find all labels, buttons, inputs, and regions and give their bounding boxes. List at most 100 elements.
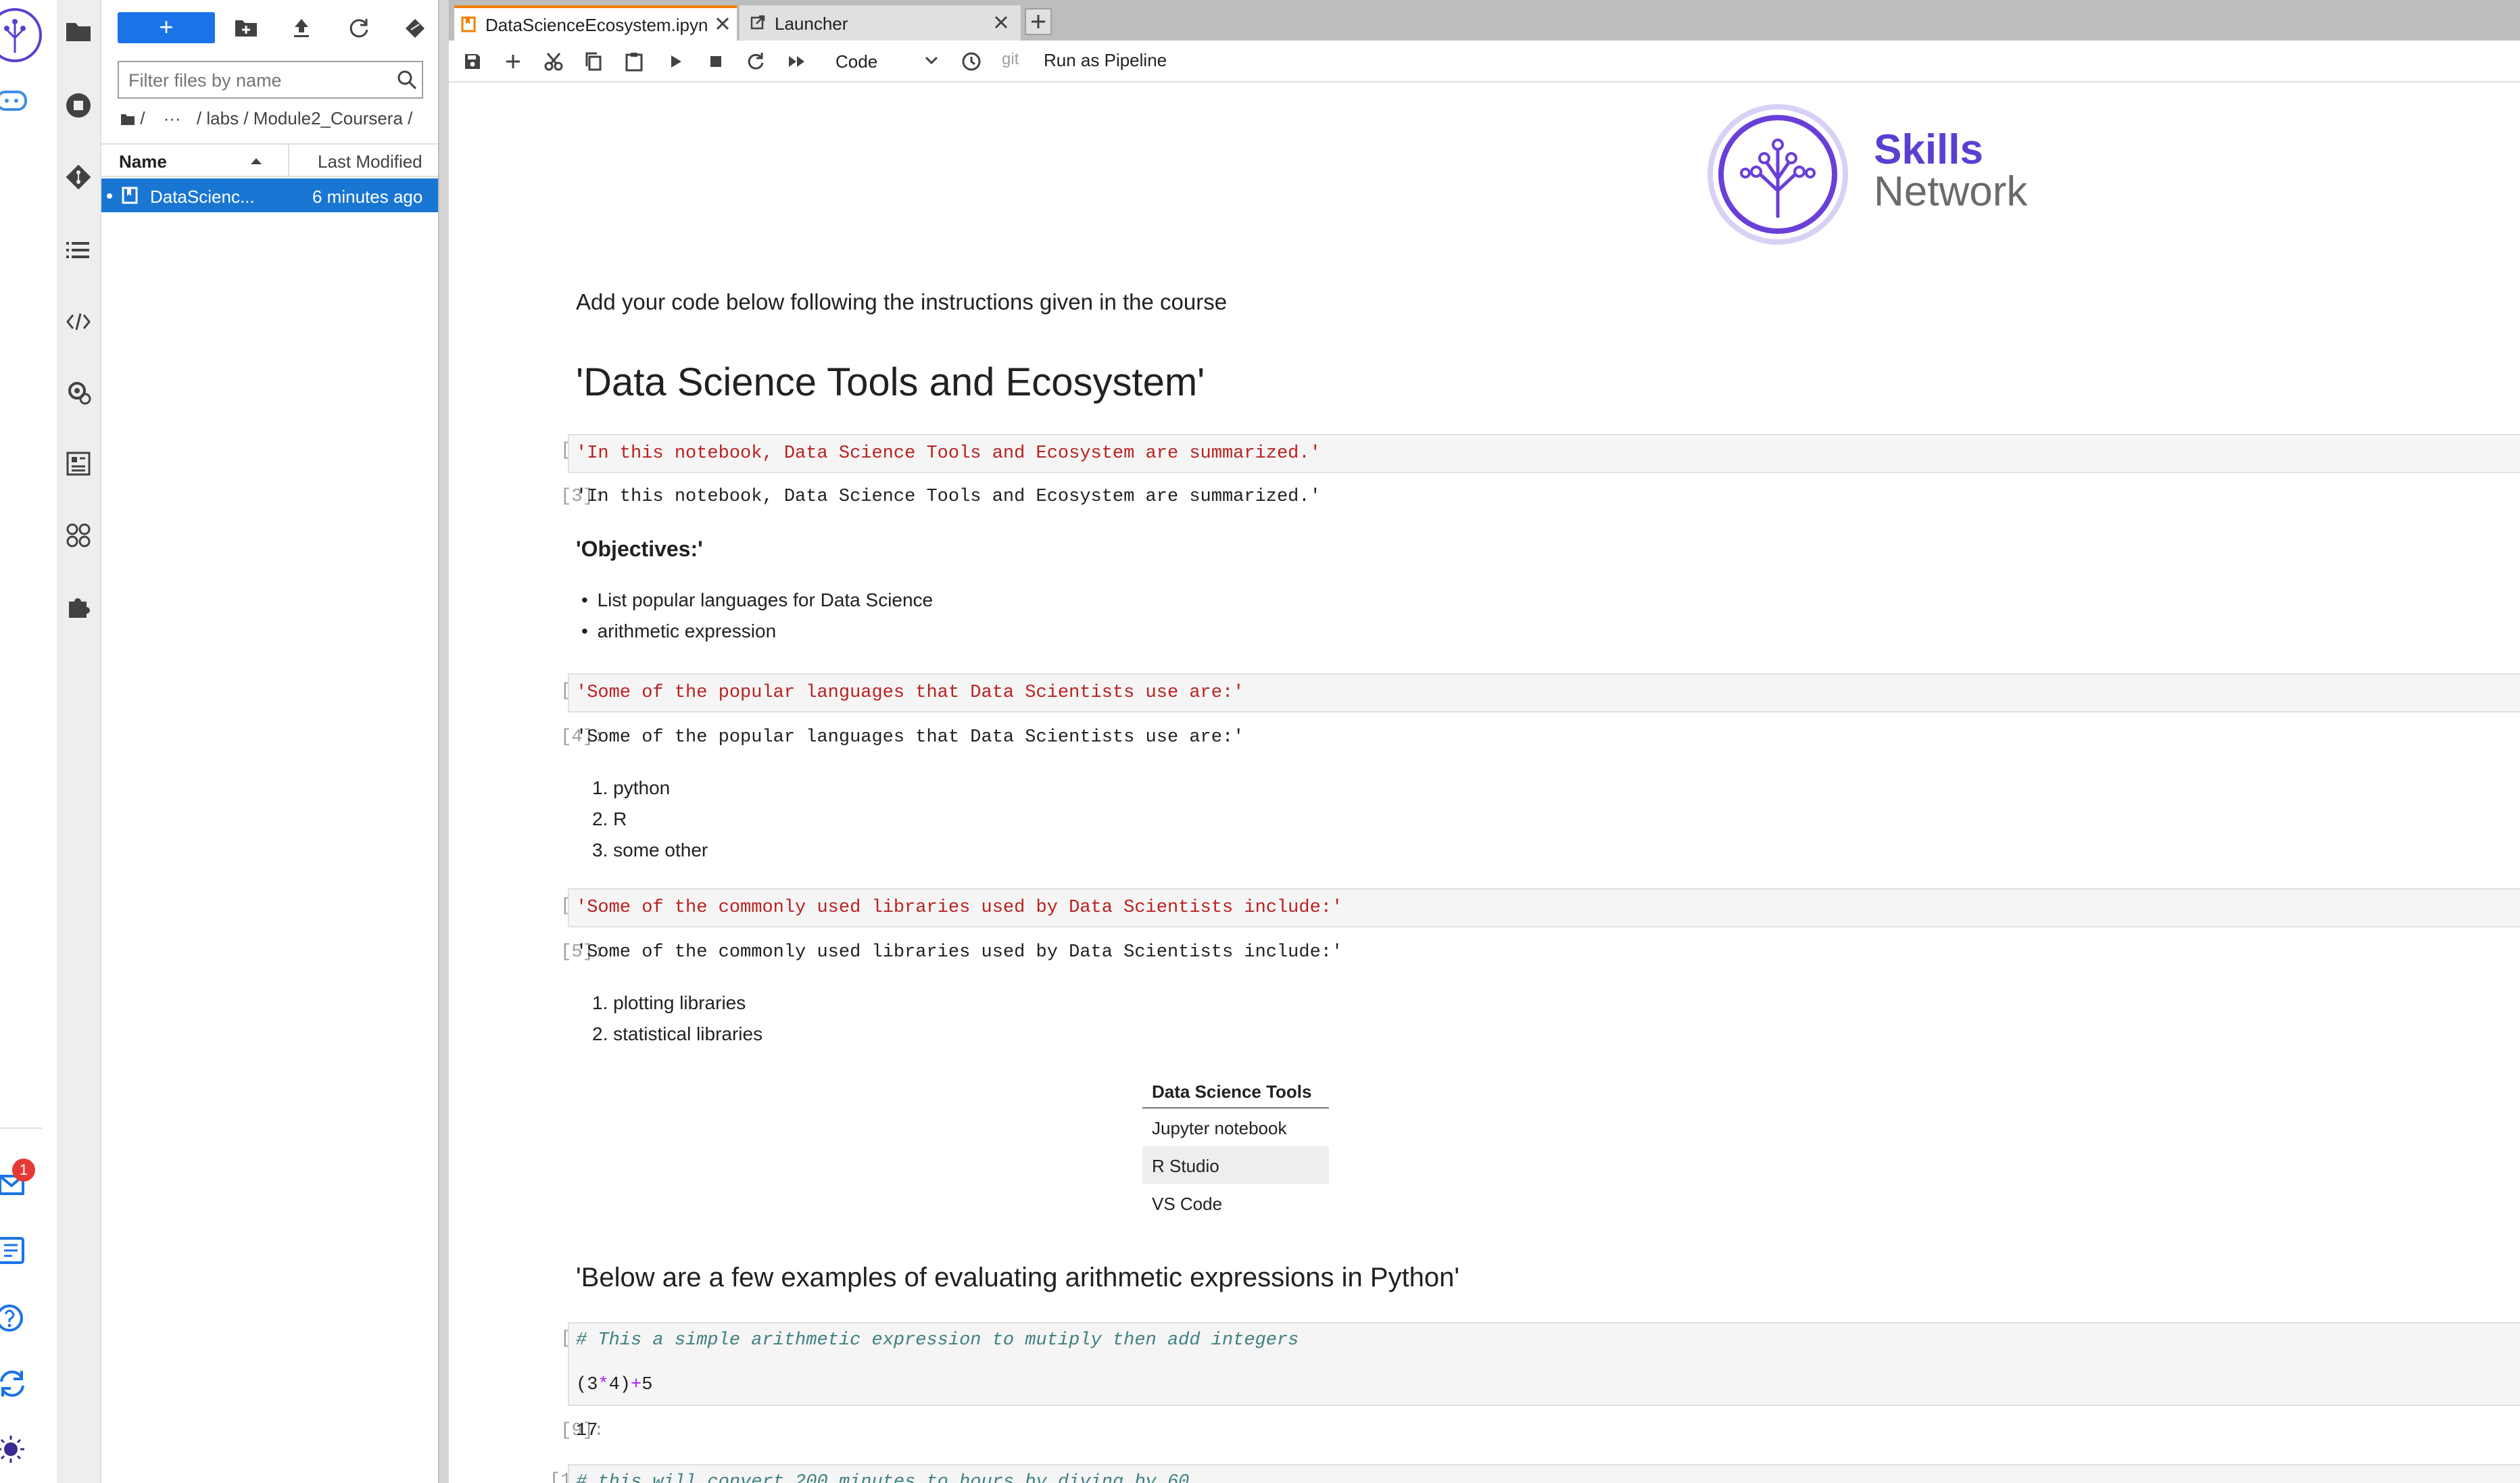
objectives-heading: 'Objectives:' [576, 537, 703, 561]
sort-ascending-icon[interactable] [250, 157, 262, 165]
launcher-icon [750, 15, 765, 30]
tools-table: Data Science Tools Jupyter notebook R St… [1142, 1075, 1329, 1222]
breadcrumb: / ··· / labs / Module2_Coursera / [120, 108, 412, 132]
notebook-icon [461, 16, 476, 32]
running-icon[interactable] [65, 92, 92, 119]
close-icon[interactable] [715, 16, 730, 31]
code-cell[interactable]: # this will convert 200 minutes to hours… [568, 1464, 2520, 1483]
extension-manager-icon[interactable] [65, 593, 92, 621]
notification-badge: 1 [12, 1159, 35, 1182]
news-icon[interactable] [0, 1234, 28, 1267]
code-expression: (3*4)+5 [576, 1375, 652, 1395]
code-comment: # This a simple arithmetic expression to… [576, 1330, 1299, 1351]
add-tab-icon[interactable] [1025, 8, 1052, 35]
breadcrumb-sep: / [196, 108, 202, 128]
bullet-text: arithmetic expression [597, 621, 777, 641]
table-cell: Jupyter notebook [1152, 1118, 1287, 1138]
file-modified: 6 minutes ago [312, 187, 423, 207]
breadcrumb-sep: / [408, 108, 413, 128]
save-icon[interactable] [464, 53, 481, 70]
component-catalog-icon[interactable] [65, 450, 92, 477]
bullet-item: • List popular languages for Data Scienc… [581, 589, 934, 610]
help-icon[interactable] [0, 1302, 28, 1334]
breadcrumb-labs[interactable]: labs [206, 108, 239, 128]
notebook-toolbar: Code git Run as Pipeline [449, 41, 2520, 82]
ordered-number: 1. [592, 777, 608, 798]
code-cell[interactable]: 'In this notebook, Data Science Tools an… [568, 434, 2520, 473]
restart-icon[interactable] [746, 51, 765, 70]
runtimes-icon[interactable] [65, 379, 93, 407]
copy-icon[interactable] [584, 51, 603, 72]
sync-icon[interactable] [0, 1367, 30, 1401]
tab-notebook[interactable]: DataScienceEcosystem.ipyn [454, 5, 737, 41]
git-clone-icon[interactable] [403, 16, 427, 41]
paste-icon[interactable] [625, 51, 644, 72]
rail-divider [0, 1127, 42, 1129]
code-comment: # this will convert 200 minutes to hours… [576, 1472, 1190, 1483]
refresh-icon[interactable] [347, 16, 370, 39]
intro-text: Add your code below following the instru… [576, 289, 1228, 314]
code-snippets-icon[interactable] [65, 310, 92, 334]
stop-icon[interactable] [708, 54, 723, 69]
add-cell-icon[interactable] [504, 53, 522, 70]
code-operator: * [598, 1375, 609, 1395]
table-cell: VS Code [1152, 1194, 1223, 1214]
last-modified-column-header[interactable]: Last Modified [318, 151, 422, 172]
code-token: (3 [576, 1375, 598, 1395]
name-column-header[interactable]: Name [119, 151, 167, 172]
code-string: 'In this notebook, Data Science Tools an… [576, 443, 1321, 464]
run-as-pipeline-button[interactable]: Run as Pipeline [1044, 50, 1167, 71]
cell-output: 'In this notebook, Data Science Tools an… [576, 487, 1321, 507]
filter-box[interactable] [118, 61, 423, 99]
chatbot-icon[interactable] [0, 87, 31, 116]
bullet-item: • arithmetic expression [581, 621, 777, 641]
extensions-grid-icon[interactable] [65, 522, 92, 549]
cell-output: 'Some of the popular languages that Data… [576, 727, 1244, 748]
cell-output: 17 [576, 1421, 598, 1441]
git-icon[interactable] [65, 164, 92, 191]
code-cell[interactable]: # This a simple arithmetic expression to… [568, 1322, 2520, 1406]
notebook-title: 'Data Science Tools and Ecosystem' [576, 360, 1205, 404]
arithmetic-heading: 'Below are a few examples of evaluating … [576, 1263, 1460, 1292]
breadcrumb-ellipsis[interactable]: ··· [164, 108, 181, 128]
run-all-icon[interactable] [787, 53, 808, 70]
file-row[interactable]: DataScienc... 6 minutes ago [101, 178, 438, 212]
breadcrumb-module[interactable]: Module2_Coursera [253, 108, 403, 128]
table-row: VS Code [1142, 1184, 1329, 1222]
code-cell[interactable]: 'Some of the popular languages that Data… [568, 673, 2520, 712]
code-token: 5 [641, 1375, 653, 1395]
table-of-contents-icon[interactable] [65, 238, 92, 262]
ordered-text: R [613, 808, 627, 829]
code-token: 4) [608, 1375, 631, 1395]
ordered-text: some other [613, 840, 708, 860]
file-browser: + / ··· / labs / Module2_Coursera / Name… [101, 0, 438, 1483]
filter-input[interactable] [127, 68, 380, 93]
theme-icon[interactable] [0, 1433, 30, 1467]
folder-icon[interactable] [65, 19, 92, 43]
upload-icon[interactable] [291, 16, 312, 39]
column-divider [288, 145, 289, 176]
table-row: R Studio [1142, 1146, 1329, 1184]
ordered-item: 1. plotting libraries [592, 992, 746, 1014]
code-cell[interactable]: 'Some of the commonly used libraries use… [568, 888, 2520, 927]
activity-bar [57, 0, 101, 1483]
home-folder-icon[interactable] [120, 112, 135, 126]
chevron-down-icon [925, 55, 938, 65]
cell-type-value: Code [835, 51, 878, 72]
logo-text-network: Network [1874, 168, 2028, 215]
tab-launcher[interactable]: Launcher [740, 5, 1021, 41]
ordered-number: 2. [592, 808, 608, 829]
git-button[interactable]: git [1002, 50, 1019, 69]
cell-type-select[interactable]: Code [831, 46, 946, 76]
ordered-item: 1. python [592, 777, 670, 799]
cut-icon[interactable] [543, 51, 564, 72]
breadcrumb-root[interactable]: / [140, 108, 145, 128]
ordered-text: statistical libraries [613, 1023, 763, 1044]
code-operator: + [631, 1375, 642, 1395]
clock-icon[interactable] [961, 51, 982, 72]
run-icon[interactable] [668, 53, 684, 70]
new-launcher-button[interactable]: + [118, 12, 215, 43]
close-icon[interactable] [994, 15, 1009, 30]
new-folder-icon[interactable] [234, 18, 258, 38]
ordered-text: python [613, 777, 671, 798]
